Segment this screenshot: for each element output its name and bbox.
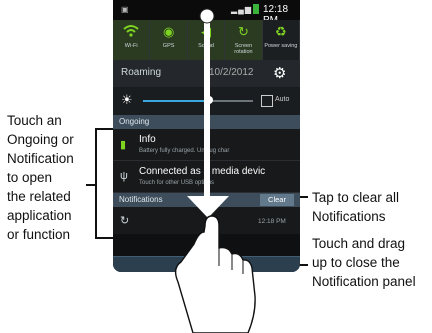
pointing-hand-icon	[174, 215, 256, 333]
drag-up-arrow-icon	[187, 8, 229, 218]
gesture-overlay	[174, 8, 256, 333]
